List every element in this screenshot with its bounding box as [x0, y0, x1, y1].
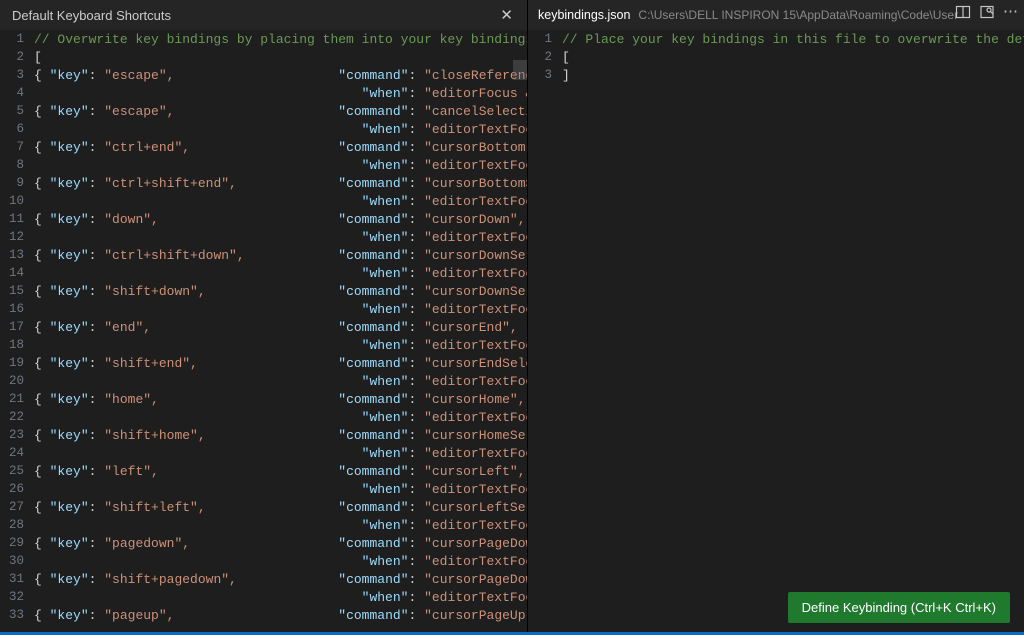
code-line: 33{ "key": "pageup", "command": "cursorP… [0, 608, 527, 626]
line-number: 8 [0, 158, 34, 172]
code-line: 3{ "key": "escape", "command": "closeRef… [0, 68, 527, 86]
line-number: 14 [0, 266, 34, 280]
line-number: 3 [528, 68, 562, 82]
code-line: 1// Overwrite key bindings by placing th… [0, 32, 527, 50]
define-keybinding-label: Define Keybinding (Ctrl+K Ctrl+K) [802, 600, 996, 615]
code-line: 31{ "key": "shift+pagedown", "command": … [0, 572, 527, 590]
code-line: 11{ "key": "down", "command": "cursorDow… [0, 212, 527, 230]
line-number: 16 [0, 302, 34, 316]
line-number: 2 [528, 50, 562, 64]
code-line: 15{ "key": "shift+down", "command": "cur… [0, 284, 527, 302]
line-number: 32 [0, 590, 34, 604]
code-line: 22 "when": "editorTextFocus" }, [0, 410, 527, 428]
open-preview-icon[interactable] [979, 4, 995, 20]
editor-action-icons: ⋯ [955, 4, 1018, 20]
line-number: 21 [0, 392, 34, 406]
tab-filename: keybindings.json [538, 8, 630, 22]
code-line: 21{ "key": "home", "command": "cursorHom… [0, 392, 527, 410]
code-line: 7{ "key": "ctrl+end", "command": "cursor… [0, 140, 527, 158]
line-number: 23 [0, 428, 34, 442]
line-number: 6 [0, 122, 34, 136]
code-line: 3] [528, 68, 1024, 86]
line-number: 26 [0, 482, 34, 496]
left-titlebar: Default Keyboard Shortcuts ✕ [0, 0, 527, 30]
line-number: 7 [0, 140, 34, 154]
code-line: 29{ "key": "pagedown", "command": "curso… [0, 536, 527, 554]
code-line: 2[ [528, 50, 1024, 68]
scrollbar-thumb[interactable] [513, 60, 527, 80]
right-editor[interactable]: 1// Place your key bindings in this file… [528, 30, 1024, 635]
code-line: 26 "when": "editorTextFocus" }, [0, 482, 527, 500]
line-number: 2 [0, 50, 34, 64]
code-line: 9{ "key": "ctrl+shift+end", "command": "… [0, 176, 527, 194]
code-line: 24 "when": "editorTextFocus" }, [0, 446, 527, 464]
line-number: 18 [0, 338, 34, 352]
code-line: 23{ "key": "shift+home", "command": "cur… [0, 428, 527, 446]
code-line: 5{ "key": "escape", "command": "cancelSe… [0, 104, 527, 122]
line-number: 12 [0, 230, 34, 244]
line-number: 17 [0, 320, 34, 334]
line-number: 4 [0, 86, 34, 100]
close-icon[interactable]: ✕ [496, 6, 517, 24]
user-keybindings-pane: keybindings.json C:\Users\DELL INSPIRON … [528, 0, 1024, 635]
line-number: 13 [0, 248, 34, 262]
line-number: 19 [0, 356, 34, 370]
code-line: 2[ [0, 50, 527, 68]
workspace: Default Keyboard Shortcuts ✕ 1// Overwri… [0, 0, 1024, 635]
line-number: 22 [0, 410, 34, 424]
right-tabbar: keybindings.json C:\Users\DELL INSPIRON … [528, 0, 1024, 30]
code-line: 17{ "key": "end", "command": "cursorEnd"… [0, 320, 527, 338]
code-line: 13{ "key": "ctrl+shift+down", "command":… [0, 248, 527, 266]
define-keybinding-button[interactable]: Define Keybinding (Ctrl+K Ctrl+K) [788, 592, 1010, 623]
code-line: 10 "when": "editorTextFocus" }, [0, 194, 527, 212]
code-line: 16 "when": "editorTextFocus" }, [0, 302, 527, 320]
line-number: 3 [0, 68, 34, 82]
line-number: 28 [0, 518, 34, 532]
default-shortcuts-pane: Default Keyboard Shortcuts ✕ 1// Overwri… [0, 0, 528, 635]
line-number: 24 [0, 446, 34, 460]
line-number: 10 [0, 194, 34, 208]
line-number: 9 [0, 176, 34, 190]
code-line: 6 "when": "editorTextFocus && [0, 122, 527, 140]
code-line: 30 "when": "editorTextFocus" }, [0, 554, 527, 572]
tab-filepath: C:\Users\DELL INSPIRON 15\AppData\Roamin… [638, 8, 958, 22]
line-number: 25 [0, 464, 34, 478]
code-line: 12 "when": "editorTextFocus" }, [0, 230, 527, 248]
line-number: 1 [528, 32, 562, 46]
line-number: 27 [0, 500, 34, 514]
code-line: 28 "when": "editorTextFocus" }, [0, 518, 527, 536]
code-line: 1// Place your key bindings in this file… [528, 32, 1024, 50]
left-pane-title: Default Keyboard Shortcuts [12, 8, 171, 23]
left-editor[interactable]: 1// Overwrite key bindings by placing th… [0, 30, 527, 635]
code-line: 20 "when": "editorTextFocus" }, [0, 374, 527, 392]
code-line: 25{ "key": "left", "command": "cursorLef… [0, 464, 527, 482]
code-line: 14 "when": "editorTextFocus" }, [0, 266, 527, 284]
more-icon[interactable]: ⋯ [1003, 4, 1018, 20]
line-number: 15 [0, 284, 34, 298]
line-number: 31 [0, 572, 34, 586]
code-line: 27{ "key": "shift+left", "command": "cur… [0, 500, 527, 518]
code-line: 8 "when": "editorTextFocus" }, [0, 158, 527, 176]
line-number: 11 [0, 212, 34, 226]
code-line: 19{ "key": "shift+end", "command": "curs… [0, 356, 527, 374]
tab-keybindings[interactable]: keybindings.json C:\Users\DELL INSPIRON … [538, 8, 958, 22]
line-number: 29 [0, 536, 34, 550]
code-line: 4 "when": "editorFocus && inRe [0, 86, 527, 104]
code-line: 18 "when": "editorTextFocus" }, [0, 338, 527, 356]
line-number: 5 [0, 104, 34, 118]
line-number: 33 [0, 608, 34, 622]
code-line: 32 "when": "editorTextFocus" }, [0, 590, 527, 608]
split-editor-icon[interactable] [955, 4, 971, 20]
line-number: 1 [0, 32, 34, 46]
line-number: 30 [0, 554, 34, 568]
line-number: 20 [0, 374, 34, 388]
